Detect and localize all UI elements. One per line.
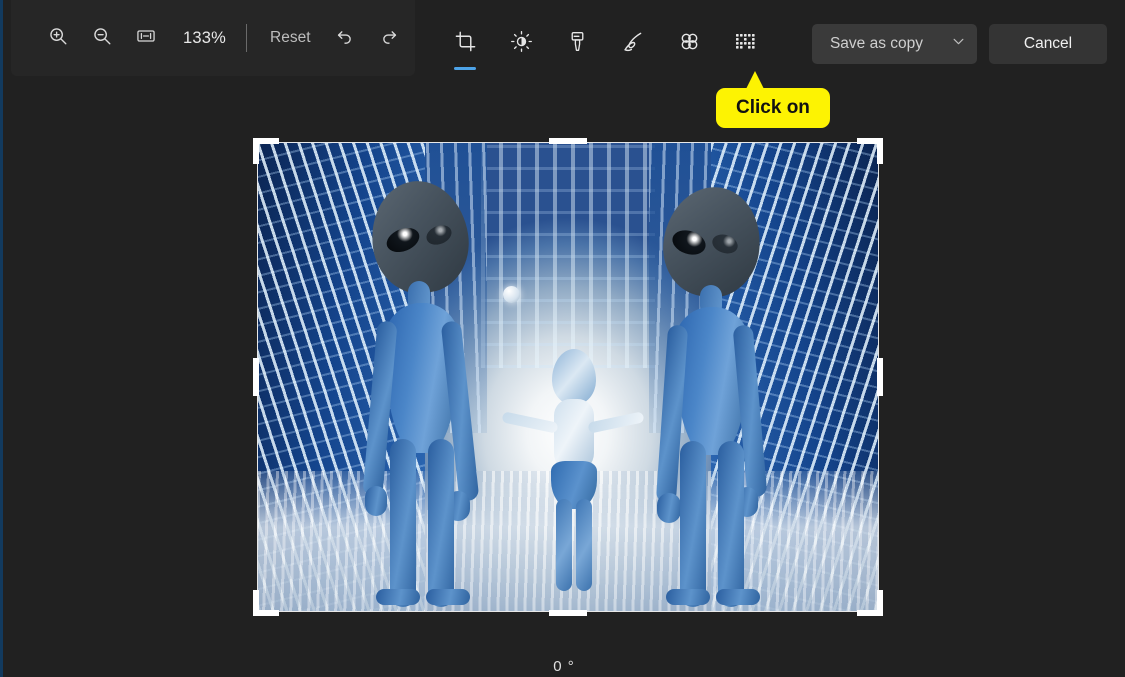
top-toolbar: 133% Reset Save as copy Cancel bbox=[3, 0, 1125, 88]
alien-foot-right bbox=[716, 589, 760, 605]
photo-editor-window: 133% Reset Save as copy Cancel Click on … bbox=[0, 0, 1125, 677]
crop-handle-bottom-center[interactable] bbox=[549, 610, 587, 616]
crop-handle-bottom-right[interactable] bbox=[857, 590, 883, 616]
marker-icon bbox=[566, 30, 589, 58]
fit-to-window-icon bbox=[135, 25, 157, 52]
callout-pointer-icon bbox=[746, 71, 764, 89]
crop-icon bbox=[454, 30, 477, 58]
tool-background[interactable] bbox=[723, 22, 767, 66]
action-buttons-group: Save as copy Cancel bbox=[811, 24, 1107, 64]
cancel-button[interactable]: Cancel bbox=[989, 24, 1107, 64]
zoom-in-icon bbox=[47, 25, 69, 52]
alien-leg-right bbox=[428, 439, 454, 607]
crop-handle-top-left[interactable] bbox=[253, 138, 279, 164]
alien-foot-left bbox=[376, 589, 420, 605]
undo-icon bbox=[334, 25, 356, 52]
alien-hand-left bbox=[657, 493, 681, 523]
mosaic-icon bbox=[733, 30, 757, 59]
alien-hand-left bbox=[365, 486, 387, 516]
crop-handle-middle-right[interactable] bbox=[877, 358, 883, 396]
child-leg-right bbox=[576, 499, 592, 591]
zoom-level-value: 133% bbox=[183, 28, 227, 47]
zoom-toolbar: 133% Reset bbox=[11, 0, 415, 76]
child-head bbox=[552, 349, 596, 405]
callout-text: Click on bbox=[716, 88, 830, 128]
alien-leg-right bbox=[718, 441, 744, 607]
alien-figure-left bbox=[354, 174, 504, 607]
alien-foot-right bbox=[426, 589, 470, 605]
redo-button[interactable] bbox=[368, 19, 410, 57]
save-as-copy-dropdown-button[interactable] bbox=[939, 24, 977, 64]
undo-button[interactable] bbox=[324, 19, 366, 57]
crop-frame[interactable] bbox=[253, 138, 883, 616]
canvas-area: 0 ° bbox=[3, 88, 1125, 677]
crop-handle-top-right[interactable] bbox=[857, 138, 883, 164]
tool-markup[interactable] bbox=[611, 22, 655, 66]
tool-adjustment[interactable] bbox=[499, 22, 543, 66]
alien-leg-left bbox=[390, 439, 416, 607]
reset-button[interactable]: Reset bbox=[259, 22, 322, 54]
child-figure bbox=[501, 349, 645, 599]
child-leg-left bbox=[556, 499, 572, 591]
brightness-icon bbox=[510, 30, 533, 58]
blur-icon bbox=[678, 30, 701, 58]
fit-to-window-button[interactable] bbox=[125, 19, 167, 57]
click-on-callout: Click on bbox=[716, 71, 830, 128]
save-as-copy-button[interactable]: Save as copy bbox=[812, 24, 939, 64]
toolbar-divider bbox=[246, 24, 248, 52]
crop-handle-middle-left[interactable] bbox=[253, 358, 259, 396]
zoom-out-button[interactable] bbox=[81, 19, 123, 57]
alien-figure-right bbox=[636, 180, 786, 607]
alien-leg-left bbox=[680, 441, 706, 607]
crop-handle-bottom-left[interactable] bbox=[253, 590, 279, 616]
crop-handle-top-center[interactable] bbox=[549, 138, 587, 144]
rotation-value: 0 ° bbox=[553, 658, 575, 675]
alien-foot-left bbox=[666, 589, 710, 605]
tool-retouch[interactable] bbox=[667, 22, 711, 66]
tool-filter[interactable] bbox=[555, 22, 599, 66]
zoom-out-icon bbox=[91, 25, 113, 52]
save-as-copy-split-button[interactable]: Save as copy bbox=[811, 24, 977, 64]
pen-icon bbox=[621, 30, 645, 59]
chevron-down-icon bbox=[951, 34, 966, 54]
edit-tools-group bbox=[443, 22, 767, 70]
background-building-center bbox=[481, 143, 655, 368]
tool-selected-indicator bbox=[454, 67, 476, 70]
edited-image[interactable] bbox=[257, 142, 879, 612]
zoom-in-button[interactable] bbox=[37, 19, 79, 57]
tool-crop[interactable] bbox=[443, 22, 487, 70]
redo-icon bbox=[378, 25, 400, 52]
light-orb bbox=[502, 285, 520, 303]
